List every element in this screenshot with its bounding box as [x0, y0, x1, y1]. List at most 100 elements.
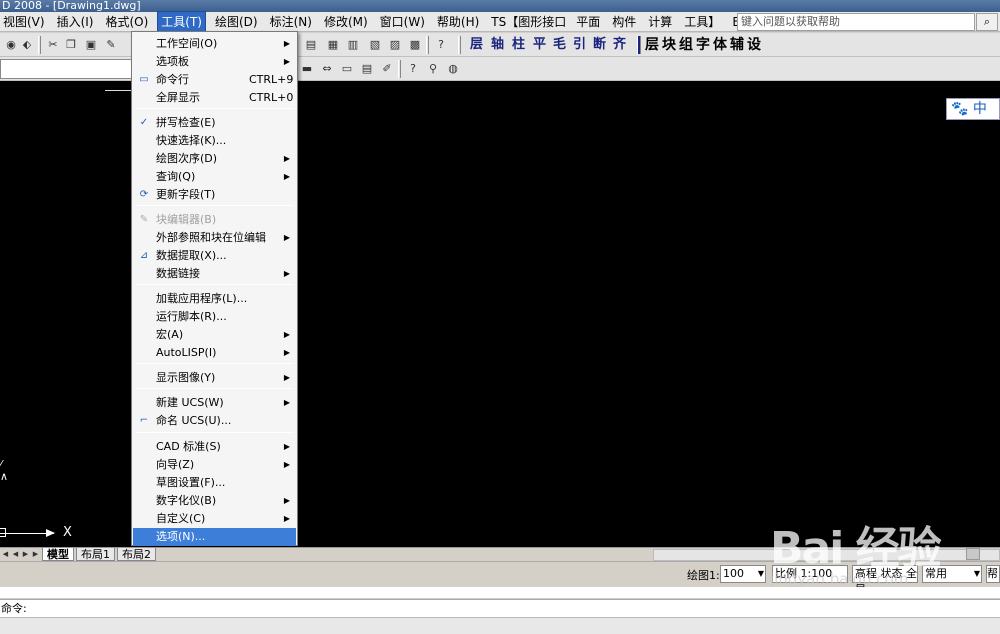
tools-menu-item[interactable]: CAD 标准(S) ▶ [133, 438, 296, 456]
menu-0[interactable]: 视图(V) [0, 12, 48, 32]
layer-icon[interactable]: ▬ [298, 60, 316, 78]
tools-menu-item[interactable]: 宏(A) ▶ [133, 326, 296, 344]
find-icon[interactable]: ⚲ [424, 60, 442, 78]
ts-align-button[interactable]: 齐 [613, 36, 626, 54]
tools-menu-item[interactable]: ✓ 拼写检查(E) [133, 114, 296, 132]
tools-menu-item[interactable]: 显示图像(Y) ▶ [133, 369, 296, 387]
submenu-arrow-icon: ▶ [283, 172, 290, 181]
menu-11[interactable]: 构件 [609, 12, 639, 32]
tools-menu-item[interactable]: 草图设置(F)... [133, 474, 296, 492]
toolbar-grip[interactable] [458, 36, 461, 54]
calculator-icon[interactable]: ▩ [406, 36, 424, 54]
tools-menu-item[interactable]: ⟳ 更新字段(T) [133, 186, 296, 204]
tools-menu-item[interactable]: 全屏显示 CTRL+0 [133, 89, 296, 107]
tools-menu-item[interactable]: ⊿ 数据提取(X)... [133, 247, 296, 265]
menu-10[interactable]: 平面 [573, 12, 603, 32]
ts-break-button[interactable]: 断 [593, 36, 606, 54]
submenu-arrow-icon: ▶ [283, 330, 290, 339]
block-icon[interactable]: ▭ [338, 60, 356, 78]
menu-6[interactable]: 修改(M) [321, 12, 371, 32]
menu-7[interactable]: 窗口(W) [377, 12, 428, 32]
tools-menu-item[interactable]: 快速选择(K)... [133, 132, 296, 150]
design-center-icon[interactable]: ▦ [324, 36, 342, 54]
first-tab-icon[interactable]: ◀ [1, 549, 10, 560]
toolbar-grip[interactable] [426, 36, 429, 54]
dimension-icon[interactable]: ⇔ [318, 60, 336, 78]
submenu-arrow-icon: ▶ [283, 398, 290, 407]
tools-menu-item[interactable]: 加载应用程序(L)... [133, 290, 296, 308]
scale-select[interactable]: 100 ▼ [720, 565, 766, 583]
ts-layer-button[interactable]: 层 [470, 36, 483, 54]
tools-menu-item[interactable]: AutoLISP(I) ▶ [133, 344, 296, 362]
tools-menu-item[interactable]: 自定义(C) ▶ [133, 510, 296, 528]
submenu-arrow-icon: ▶ [283, 269, 290, 278]
tools-menu-item-label: 草图设置(F)... [156, 476, 226, 489]
tools-menu-item-label: AutoLISP(I) [156, 346, 217, 359]
match-properties-icon[interactable]: ✎ [102, 36, 120, 54]
tools-menu-item[interactable]: 选项(N)... [133, 528, 296, 546]
toolbar-grip[interactable] [398, 60, 401, 78]
menu-separator [135, 363, 294, 364]
next-tab-icon[interactable]: ▶ [21, 549, 30, 560]
tools-menu-item[interactable]: 工作空间(O) ▶ [133, 35, 296, 53]
sheet-set-icon[interactable]: ▧ [366, 36, 384, 54]
tools-menu-item[interactable]: 绘图次序(D) ▶ [133, 150, 296, 168]
ts-column-button[interactable]: 柱 [512, 36, 525, 54]
tools-menu-item[interactable]: ✎ 块编辑器(B) [133, 211, 296, 229]
scrollbar-thumb[interactable] [966, 548, 980, 560]
tools-menu-item[interactable]: ⌐ 命名 UCS(U)... [133, 412, 296, 430]
menu-9[interactable]: TS【图形接口 [488, 12, 569, 32]
tools-menu-item[interactable]: 数字化仪(B) ▶ [133, 492, 296, 510]
prev-tab-icon[interactable]: ◀ [11, 549, 20, 560]
web-icon[interactable]: ◍ [444, 60, 462, 78]
properties-icon[interactable]: ▤ [302, 36, 320, 54]
help-icon[interactable]: ? [404, 60, 422, 78]
last-tab-icon[interactable]: ▶ [31, 549, 40, 560]
cut-icon[interactable]: ✂ [44, 36, 62, 54]
ime-toolbar[interactable]: 🐾 中 [946, 98, 1000, 120]
layer-block-tools[interactable]: 层块组字体辅设 [645, 36, 764, 54]
command-input[interactable]: 命令: [0, 599, 1000, 617]
edit-icon[interactable]: ✐ [378, 60, 396, 78]
toolbar-grip[interactable] [637, 36, 641, 54]
menu-4[interactable]: 绘图(D) [212, 12, 261, 32]
tools-menu-item[interactable]: 选项板 ▶ [133, 53, 296, 71]
tools-menu-item[interactable]: 外部参照和块在位编辑 ▶ [133, 229, 296, 247]
menu-separator [135, 205, 294, 206]
chevron-down-icon: ▼ [973, 569, 980, 578]
tab-layout1[interactable]: 布局1 [76, 548, 115, 561]
tools-menu-item[interactable]: 新建 UCS(W) ▶ [133, 394, 296, 412]
ts-plan-button[interactable]: 平 [533, 36, 546, 54]
tools-menu-item[interactable]: 查询(Q) ▶ [133, 168, 296, 186]
menu-3[interactable]: 工具(T) [157, 10, 206, 33]
ts-leader-button[interactable]: 引 [573, 36, 586, 54]
toolbar-grip[interactable] [38, 36, 41, 54]
search-icon[interactable]: ⌕ [976, 13, 998, 31]
tools-menu-item[interactable]: 运行脚本(R)... [133, 308, 296, 326]
tool-palettes-icon[interactable]: ▥ [344, 36, 362, 54]
menu-12[interactable]: 计算 [645, 12, 675, 32]
spell-check-icon: ✓ [139, 117, 149, 128]
publish-icon[interactable]: ⬖ [18, 36, 36, 54]
tools-menu-item[interactable]: 数据链接 ▶ [133, 265, 296, 283]
toolbar-text-input[interactable] [0, 59, 132, 79]
copy-icon[interactable]: ❐ [62, 36, 80, 54]
help-box[interactable]: 帮 [986, 565, 1000, 583]
table-icon[interactable]: ▤ [358, 60, 376, 78]
menu-1[interactable]: 插入(I) [54, 12, 97, 32]
menu-2[interactable]: 格式(O) [102, 12, 151, 32]
ts-rough-button[interactable]: 毛 [553, 36, 566, 54]
tools-menu-item[interactable]: 向导(Z) ▶ [133, 456, 296, 474]
tab-layout2[interactable]: 布局2 [117, 548, 156, 561]
help-search-input[interactable]: 键入问题以获取帮助 [737, 13, 975, 31]
shortcut-label: CTRL+0 [249, 91, 294, 104]
menu-13[interactable]: 工具】 [681, 12, 723, 32]
paste-icon[interactable]: ▣ [82, 36, 100, 54]
ts-axis-button[interactable]: 轴 [491, 36, 504, 54]
help-icon[interactable]: ? [432, 36, 450, 54]
markup-icon[interactable]: ▨ [386, 36, 404, 54]
menu-8[interactable]: 帮助(H) [434, 12, 482, 32]
menu-5[interactable]: 标注(N) [267, 12, 315, 32]
tab-model[interactable]: 模型 [42, 548, 74, 561]
tools-menu-item[interactable]: ▭ 命令行 CTRL+9 [133, 71, 296, 89]
